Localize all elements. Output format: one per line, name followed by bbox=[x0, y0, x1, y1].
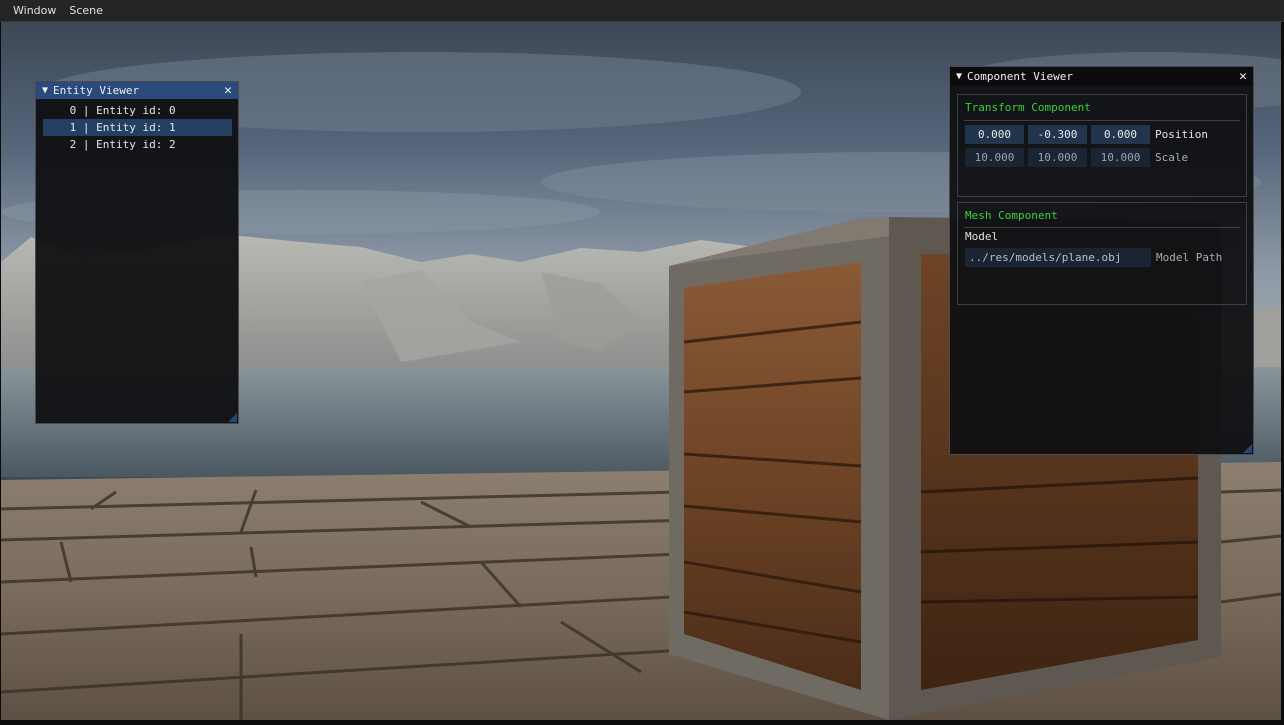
entity-row-1[interactable]: 1 | Entity id: 1 bbox=[43, 119, 232, 136]
model-label: Model bbox=[965, 230, 999, 243]
entity-viewer-window[interactable]: ▼ Entity Viewer ✕ 0 | Entity id: 0 1 | E… bbox=[35, 81, 239, 424]
collapse-triangle-icon[interactable]: ▼ bbox=[956, 71, 962, 82]
position-z-field[interactable]: 0.000 bbox=[1091, 125, 1150, 144]
resize-grip[interactable] bbox=[228, 413, 237, 422]
model-path-label: Model Path bbox=[1156, 251, 1223, 264]
close-icon[interactable]: ✕ bbox=[1239, 70, 1247, 83]
entity-viewer-titlebar[interactable]: ▼ Entity Viewer ✕ bbox=[36, 82, 238, 99]
model-path-row: ../res/models/plane.obj Model Path bbox=[958, 248, 1246, 267]
position-row: 0.000 -0.300 0.000 Position bbox=[958, 125, 1246, 144]
entity-row-2[interactable]: 2 | Entity id: 2 bbox=[43, 136, 232, 153]
entity-row-0[interactable]: 0 | Entity id: 0 bbox=[43, 102, 232, 119]
entity-list: 0 | Entity id: 0 1 | Entity id: 1 2 | En… bbox=[36, 99, 238, 153]
menu-bar: Window Scene bbox=[0, 0, 1284, 22]
close-icon[interactable]: ✕ bbox=[224, 84, 232, 97]
resize-grip[interactable] bbox=[1243, 444, 1252, 453]
position-y-field[interactable]: -0.300 bbox=[1028, 125, 1087, 144]
group-separator bbox=[964, 120, 1240, 121]
scale-label: Scale bbox=[1155, 151, 1189, 164]
transform-component-header: Transform Component bbox=[965, 101, 1091, 114]
entity-viewer-title: Entity Viewer bbox=[53, 84, 140, 97]
position-label: Position bbox=[1155, 128, 1208, 141]
collapse-triangle-icon[interactable]: ▼ bbox=[42, 85, 48, 96]
scale-row: 10.000 10.000 10.000 Scale bbox=[958, 148, 1246, 167]
scale-x-field[interactable]: 10.000 bbox=[965, 148, 1024, 167]
mesh-component-header: Mesh Component bbox=[965, 209, 1058, 222]
mesh-component-group: Mesh Component Model ../res/models/plane… bbox=[957, 202, 1247, 305]
model-path-input[interactable]: ../res/models/plane.obj bbox=[965, 248, 1151, 267]
menu-scene[interactable]: Scene bbox=[62, 0, 109, 21]
transform-component-group: Transform Component 0.000 -0.300 0.000 P… bbox=[957, 94, 1247, 197]
scale-z-field[interactable]: 10.000 bbox=[1091, 148, 1150, 167]
component-viewer-titlebar[interactable]: ▼ Component Viewer ✕ bbox=[950, 67, 1253, 86]
component-viewer-window[interactable]: ▼ Component Viewer ✕ Transform Component… bbox=[949, 66, 1254, 455]
position-x-field[interactable]: 0.000 bbox=[965, 125, 1024, 144]
component-viewer-title: Component Viewer bbox=[967, 70, 1073, 83]
menu-window[interactable]: Window bbox=[6, 0, 62, 21]
scale-y-field[interactable]: 10.000 bbox=[1028, 148, 1087, 167]
